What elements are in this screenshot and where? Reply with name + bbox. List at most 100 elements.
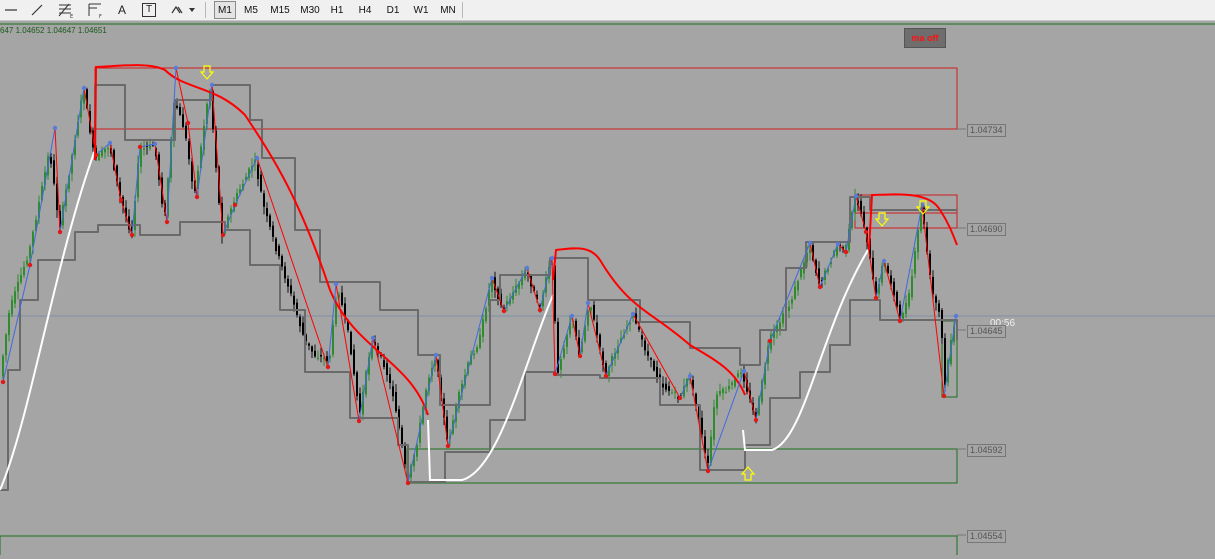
candle-body xyxy=(11,299,13,315)
timeframe-m30[interactable]: M30 xyxy=(298,1,322,19)
candle-body xyxy=(650,358,652,360)
candle-body xyxy=(275,238,277,251)
candle-body xyxy=(593,304,595,320)
candle-body xyxy=(278,245,280,257)
swing-point xyxy=(185,120,191,126)
fibonacci-fan-icon[interactable]: F xyxy=(86,1,106,19)
candle-body xyxy=(20,275,22,283)
swing-point xyxy=(254,155,260,161)
swing-point xyxy=(325,364,331,370)
candle-body xyxy=(326,356,328,361)
candle-body xyxy=(314,350,316,357)
candle-body xyxy=(797,280,799,291)
candle-body xyxy=(713,407,715,440)
candle-body xyxy=(143,148,145,150)
candle-body xyxy=(722,388,724,394)
text-label-icon[interactable]: T xyxy=(141,1,157,19)
zigzag-segment xyxy=(109,142,122,201)
candle-body xyxy=(266,208,268,217)
trendline-icon[interactable] xyxy=(28,1,46,19)
candle-body xyxy=(671,392,673,394)
zigzag-segment xyxy=(29,127,56,266)
swing-point xyxy=(863,229,869,235)
candle-body xyxy=(800,268,802,278)
zigzag-segment xyxy=(407,354,437,484)
candle-body xyxy=(914,251,916,274)
candle-body xyxy=(890,275,892,284)
candle-body xyxy=(563,348,565,358)
trailing-stop-line xyxy=(742,249,869,451)
candle-body xyxy=(14,291,16,304)
text-icon[interactable]: A xyxy=(114,1,130,19)
swing-point xyxy=(333,281,339,287)
swing-point xyxy=(807,240,813,246)
timeframe-h4[interactable]: H4 xyxy=(354,1,376,19)
swing-point xyxy=(835,241,841,247)
swing-point xyxy=(52,125,58,131)
candle-body xyxy=(935,296,937,303)
timeframe-h1[interactable]: H1 xyxy=(326,1,348,19)
timeframe-w1[interactable]: W1 xyxy=(410,1,432,19)
candle-body xyxy=(308,343,310,346)
candle-body xyxy=(2,355,4,377)
timeframe-m5[interactable]: M5 xyxy=(240,1,262,19)
candle-body xyxy=(296,302,298,315)
timeframe-m1[interactable]: M1 xyxy=(214,1,236,19)
candle-body xyxy=(26,260,28,265)
fibonacci-icon[interactable]: E xyxy=(56,1,76,19)
zigzag-segment xyxy=(921,204,945,397)
candle-body xyxy=(674,391,676,393)
moving-average-line xyxy=(94,64,429,416)
zigzag-segment xyxy=(632,313,681,399)
candle-body xyxy=(284,266,286,279)
swing-point xyxy=(129,232,135,238)
swing-point xyxy=(853,193,859,199)
swing-point xyxy=(843,249,849,255)
zigzag-segment xyxy=(579,302,589,357)
trailing-stop-line xyxy=(0,149,96,491)
candle-body xyxy=(908,293,910,307)
timeframe-m15[interactable]: M15 xyxy=(268,1,292,19)
swing-point xyxy=(405,480,411,486)
candle-body xyxy=(911,276,913,298)
candle-body xyxy=(719,390,721,395)
timeframe-d1[interactable]: D1 xyxy=(382,1,404,19)
candle-body xyxy=(794,286,796,299)
candle-body xyxy=(479,334,481,348)
candle-body xyxy=(401,427,403,446)
candle-body xyxy=(17,281,19,292)
candle-body xyxy=(311,346,313,352)
timeframe-mn[interactable]: MN xyxy=(436,1,460,19)
shapes-dropdown-icon[interactable] xyxy=(168,1,198,19)
price-chart[interactable] xyxy=(0,21,1215,559)
swing-point xyxy=(881,258,887,264)
candle-body xyxy=(740,372,742,374)
candle-body xyxy=(293,295,295,305)
ma-toggle-button[interactable]: ma off xyxy=(904,28,946,48)
candle-body xyxy=(23,266,25,276)
candle-body xyxy=(263,193,265,207)
zigzag-segment xyxy=(491,277,505,312)
swing-point xyxy=(873,295,879,301)
candle-body xyxy=(896,292,898,307)
candle-body xyxy=(176,105,178,108)
price-axis-label: 1.04734 xyxy=(967,124,1006,137)
envelope-upper xyxy=(94,84,957,406)
swing-point xyxy=(81,85,87,91)
zigzag-segment xyxy=(211,84,224,236)
swing-point xyxy=(209,82,215,88)
candle-body xyxy=(179,106,181,115)
toolbar-separator xyxy=(462,2,463,18)
candle-body xyxy=(788,306,790,311)
candle-body xyxy=(716,394,718,409)
candle-body xyxy=(281,256,283,267)
candle-body xyxy=(188,141,190,160)
candle-body xyxy=(641,335,643,340)
candle-body xyxy=(782,313,784,324)
swing-point xyxy=(152,141,158,147)
candle-body xyxy=(701,417,703,435)
zigzag-segment xyxy=(59,87,85,233)
swing-point xyxy=(173,65,179,71)
zigzag-segment xyxy=(234,157,258,206)
horizontal-line-icon[interactable] xyxy=(2,1,20,19)
